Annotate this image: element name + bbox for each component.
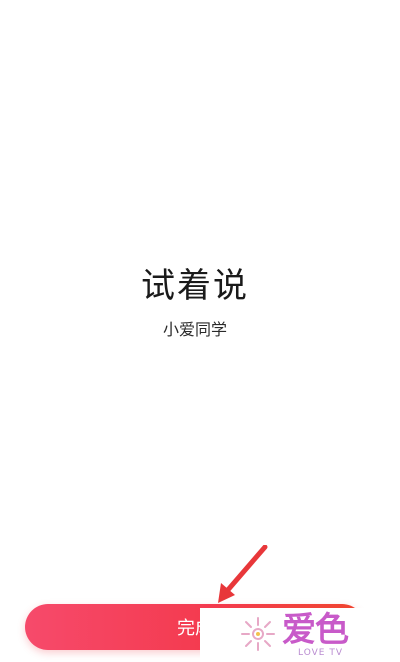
annotation-arrow-icon: [218, 545, 268, 603]
wake-word-label: 小爱同学: [162, 320, 227, 339]
watermark-tagline: LOVE TV: [298, 648, 343, 658]
watermark-brand: 爱色: [282, 610, 349, 650]
watermark: 爱色 LOVE TV: [200, 608, 400, 662]
watermark-logo-icon: [241, 617, 275, 651]
prompt-title: 试着说: [141, 266, 249, 306]
voice-prompt-screen: 试着说 小爱同学 完成 爱色 LOVE TV: [0, 0, 400, 662]
